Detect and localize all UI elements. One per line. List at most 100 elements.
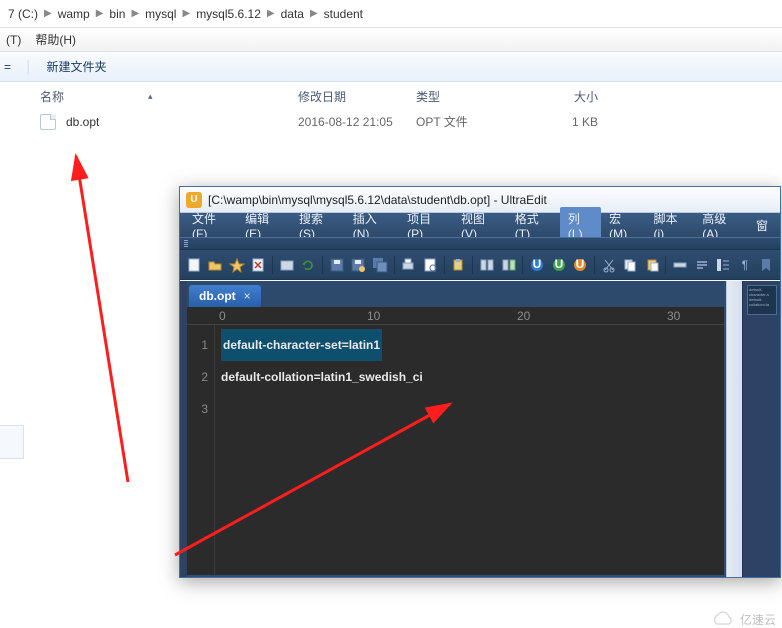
separator-icon: [522, 256, 523, 274]
chevron-right-icon: ▶: [42, 8, 54, 19]
explorer-menubar: (T) 帮助(H): [0, 28, 782, 52]
ue-title-text: [C:\wamp\bin\mysql\mysql5.6.12\data\stud…: [208, 193, 547, 207]
grip-icon[interactable]: [184, 240, 188, 248]
save-as-icon[interactable]: [349, 255, 369, 275]
compare-r-icon[interactable]: [499, 255, 519, 275]
svg-text:U: U: [533, 257, 542, 271]
watermark: 亿速云: [710, 610, 776, 628]
file-name[interactable]: db.opt: [66, 115, 298, 129]
ue-blue-icon[interactable]: U: [527, 255, 547, 275]
line-num-2: 2: [187, 361, 208, 393]
col-name[interactable]: 名称: [40, 88, 64, 105]
line-num-1: 1: [187, 329, 208, 361]
print-preview-icon[interactable]: [420, 255, 440, 275]
new-folder-button[interactable]: 新建文件夹: [47, 58, 107, 75]
ue-minimap-pane[interactable]: default-character-s default-collation=la: [742, 281, 780, 577]
explorer-breadcrumbs[interactable]: 7 (C:)▶ wamp▶ bin▶ mysql▶ mysql5.6.12▶ d…: [0, 0, 782, 28]
save-all-icon[interactable]: [370, 255, 390, 275]
ultraedit-window[interactable]: U [C:\wamp\bin\mysql\mysql5.6.12\data\st…: [179, 186, 781, 578]
ue-left-gutter: [180, 281, 187, 577]
menu-help[interactable]: 帮助(H): [31, 29, 80, 50]
ue-editor[interactable]: db.opt × 0 10 20 30 1 2 3 default-charac…: [187, 281, 724, 575]
code-text[interactable]: default-character-set=latin1 default-col…: [215, 325, 724, 575]
explorer-toolbar: = │ 新建文件夹: [0, 52, 782, 82]
new-file-icon[interactable]: [184, 255, 204, 275]
crumb-wamp[interactable]: wamp: [54, 7, 94, 21]
file-size: 1 KB: [538, 115, 598, 129]
crumb-student[interactable]: student: [320, 7, 367, 21]
tab-label: db.opt: [199, 289, 236, 303]
linenum-icon[interactable]: [713, 255, 733, 275]
ruler-tick: 30: [667, 309, 680, 323]
minimap-thumbnail[interactable]: default-character-s default-collation=la: [747, 285, 777, 315]
file-tab-dbopt[interactable]: db.opt ×: [189, 285, 261, 307]
file-icon: [40, 114, 56, 130]
file-date: 2016-08-12 21:05: [298, 115, 416, 129]
ue-toolbar[interactable]: U U U ¶: [180, 250, 780, 280]
bookmark-icon[interactable]: [757, 255, 777, 275]
wrap-icon[interactable]: [692, 255, 712, 275]
line-num-3: 3: [187, 393, 208, 425]
svg-text:U: U: [554, 257, 563, 271]
ruler-icon[interactable]: [670, 255, 690, 275]
print-icon[interactable]: [399, 255, 419, 275]
compare-l-icon[interactable]: [477, 255, 497, 275]
vertical-scrollbar[interactable]: [726, 281, 742, 577]
cut-icon[interactable]: [599, 255, 619, 275]
ruler-tick: 0: [219, 309, 226, 323]
code-line-1[interactable]: default-character-set=latin1: [221, 329, 382, 361]
menu-more[interactable]: 窗: [748, 214, 776, 237]
crumb-mysqlver[interactable]: mysql5.6.12: [192, 7, 265, 21]
separator-icon: [394, 256, 395, 274]
col-type[interactable]: 类型: [416, 88, 538, 105]
file-type: OPT 文件: [416, 113, 538, 130]
clipboard-icon[interactable]: [449, 255, 469, 275]
ue-tab-bar[interactable]: db.opt ×: [187, 281, 724, 307]
crumb-data[interactable]: data: [277, 7, 308, 21]
ruler-tick: 20: [517, 309, 530, 323]
file-row[interactable]: db.opt 2016-08-12 21:05 OPT 文件 1 KB: [0, 109, 782, 134]
column-headers[interactable]: 名称 ▴ 修改日期 类型 大小: [0, 82, 782, 109]
chevron-right-icon: ▶: [94, 8, 106, 19]
ue-toolstrip-handle[interactable]: [180, 237, 780, 250]
code-area[interactable]: 1 2 3 default-character-set=latin1 defau…: [187, 325, 724, 575]
favorite-icon[interactable]: [227, 255, 247, 275]
separator-icon: [322, 256, 323, 274]
paste-icon[interactable]: [642, 255, 662, 275]
watermark-text: 亿速云: [740, 611, 776, 628]
separator-icon: [665, 256, 666, 274]
crumb-bin[interactable]: bin: [105, 7, 129, 21]
ue-orange-icon[interactable]: U: [570, 255, 590, 275]
col-date[interactable]: 修改日期: [298, 88, 416, 105]
ue-green-icon[interactable]: U: [549, 255, 569, 275]
ue-ruler: 0 10 20 30: [187, 307, 724, 325]
sort-asc-icon[interactable]: ▴: [148, 91, 153, 102]
close-file-icon[interactable]: [249, 255, 269, 275]
spaces-icon[interactable]: ¶: [735, 255, 755, 275]
nav-pane-stub: [0, 425, 24, 459]
separator-icon: [272, 256, 273, 274]
separator-icon: [444, 256, 445, 274]
copy-icon[interactable]: [620, 255, 640, 275]
toolbar-left-item[interactable]: =: [4, 60, 11, 74]
crumb-mysql[interactable]: mysql: [141, 7, 180, 21]
svg-text:¶: ¶: [742, 258, 748, 272]
crumb-drive[interactable]: 7 (C:): [4, 7, 42, 21]
col-size[interactable]: 大小: [538, 88, 598, 105]
chevron-right-icon: ▶: [129, 8, 141, 19]
separator-icon: [472, 256, 473, 274]
ue-menubar[interactable]: 文件(F) 编辑(E) 搜索(S) 插入(N) 项目(P) 视图(V) 格式(T…: [180, 213, 780, 237]
tab-close-icon[interactable]: ×: [244, 289, 251, 303]
revert-icon[interactable]: [299, 255, 319, 275]
templates-icon[interactable]: [277, 255, 297, 275]
code-line-2[interactable]: default-collation=latin1_swedish_ci: [221, 361, 720, 393]
chevron-right-icon: ▶: [308, 8, 320, 19]
ruler-tick: 10: [367, 309, 380, 323]
save-icon[interactable]: [327, 255, 347, 275]
ue-body: db.opt × 0 10 20 30 1 2 3 default-charac…: [180, 281, 780, 577]
open-file-icon[interactable]: [206, 255, 226, 275]
chevron-right-icon: ▶: [265, 8, 277, 19]
menu-t[interactable]: (T): [2, 31, 25, 49]
line-number-gutter: 1 2 3: [187, 325, 215, 575]
chevron-right-icon: ▶: [180, 8, 192, 19]
